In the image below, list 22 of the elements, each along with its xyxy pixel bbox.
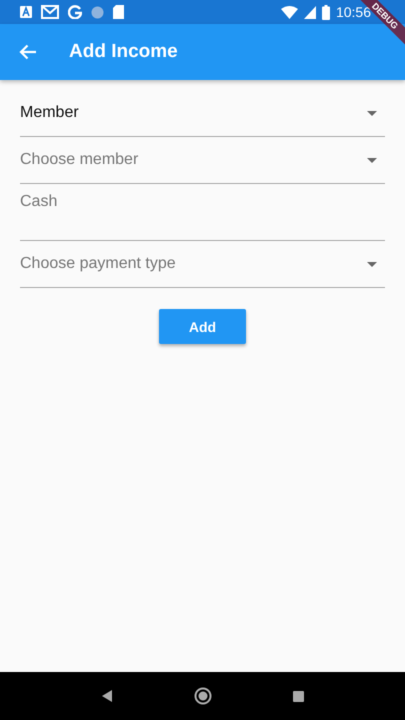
sd-card-icon (113, 5, 124, 19)
dropdown-caret-icon (367, 158, 377, 162)
dropdown-field[interactable]: Choose member (20, 137, 385, 184)
wifi-icon (280, 6, 298, 18)
mail-icon (41, 5, 59, 19)
input-field[interactable]: Cash (20, 184, 385, 241)
circle-icon (91, 6, 104, 18)
dropdown-field[interactable]: Choose payment type (20, 241, 385, 288)
g-letter-icon (68, 5, 82, 19)
battery-icon (322, 4, 330, 20)
screen-title: Add Income (69, 41, 178, 63)
back-arrow-icon (19, 44, 37, 60)
home-circle-icon[interactable] (194, 687, 212, 705)
dropdown-caret-icon (367, 262, 377, 266)
signal-icon (304, 6, 316, 18)
square-icon[interactable] (293, 690, 304, 702)
dropdown-field[interactable]: Member (20, 90, 385, 137)
clock-time: 10:56 (336, 4, 371, 20)
add-button[interactable]: Add (159, 309, 246, 344)
app-store-icon (20, 6, 32, 18)
back-triangle-icon[interactable] (100, 689, 113, 703)
dropdown-caret-icon (367, 110, 377, 116)
